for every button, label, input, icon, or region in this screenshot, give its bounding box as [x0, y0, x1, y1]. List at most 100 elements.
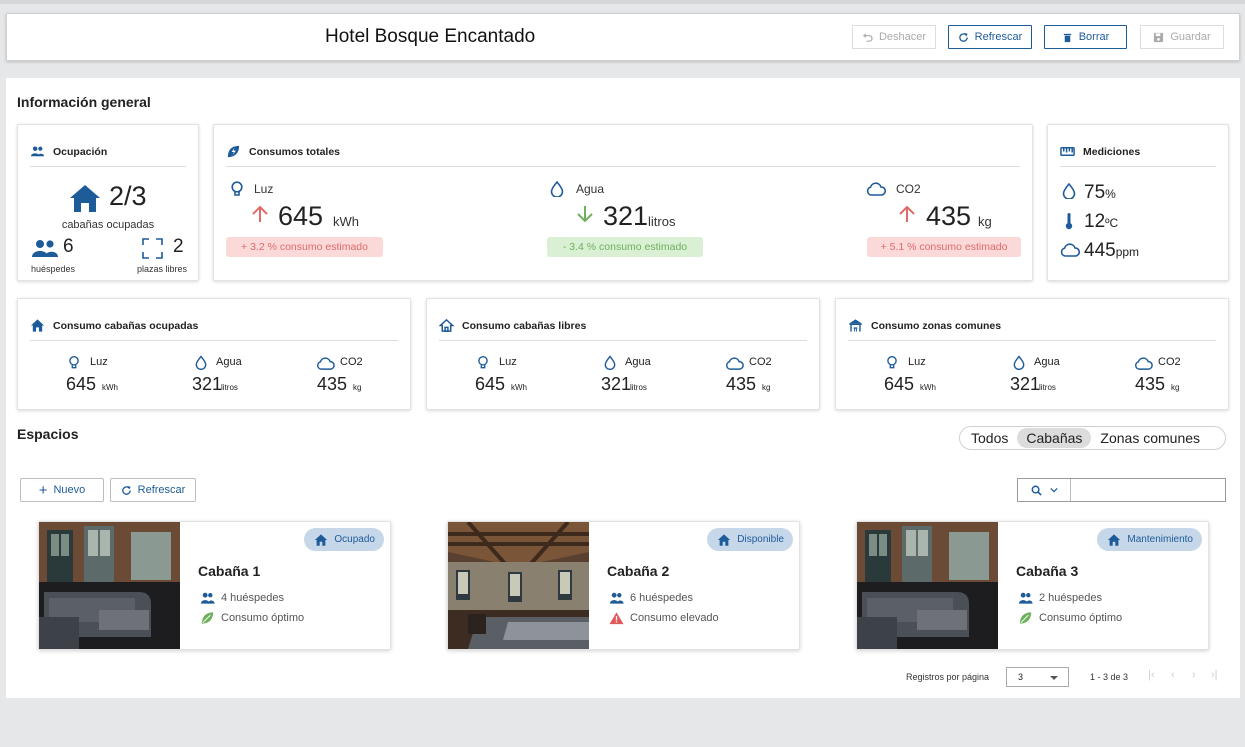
group-co2-unit: kg [353, 383, 362, 392]
measurements-header: Mediciones [1060, 137, 1216, 167]
undo-button[interactable]: Deshacer [852, 25, 936, 49]
filter-all[interactable]: Todos [962, 428, 1017, 448]
group-water-label: Agua [216, 356, 242, 368]
group-co2-label: CO2 [1158, 356, 1181, 368]
search-input[interactable] [1074, 481, 1222, 499]
search-icon [1031, 485, 1042, 496]
refresh-spaces-button[interactable]: Refrescar [110, 478, 196, 502]
cabin-card[interactable]: Ocupado Cabaña 1 4 huéspedes Consumo ópt… [38, 521, 391, 650]
group-card-common: Consumo zonas comunes Luz 645 kWh Agua 3… [835, 298, 1229, 410]
new-space-button[interactable]: + Nuevo [20, 478, 104, 502]
gazebo-icon [848, 319, 863, 332]
group-light-label: Luz [90, 356, 108, 368]
living-room-image [39, 522, 180, 649]
guests-text: 2 huéspedes [1039, 592, 1102, 604]
group-co2-label: CO2 [340, 356, 363, 368]
group-light-value: 645 [475, 374, 506, 394]
humidity-icon [1062, 183, 1076, 199]
status-badge: Ocupado [304, 528, 384, 551]
group-water-label: Agua [1034, 356, 1060, 368]
save-label: Guardar [1170, 31, 1211, 43]
people-icon [30, 146, 45, 157]
arrow-down-icon [577, 206, 593, 223]
people-icon [609, 592, 624, 604]
temperature-value-row: 12ºC [1084, 211, 1118, 233]
total-water-label: Agua [576, 182, 605, 196]
bulb-icon [69, 355, 79, 369]
co2-ppm-value: 445 [1084, 240, 1116, 261]
plus-icon: + [38, 481, 48, 499]
group-title: Consumo cabañas ocupadas [53, 319, 199, 332]
cabin-consumption: Consumo óptimo [1018, 611, 1122, 625]
bulb-icon [231, 181, 243, 196]
filter-common-areas[interactable]: Zonas comunes [1091, 428, 1209, 448]
cabin-consumption: Consumo óptimo [200, 611, 304, 625]
save-button[interactable]: Guardar [1140, 25, 1224, 49]
humidity-value-row: 75% [1084, 182, 1116, 204]
expand-icon [142, 238, 163, 259]
humidity-value: 75 [1084, 182, 1106, 203]
filter-cabins[interactable]: Cabañas [1017, 428, 1092, 448]
humidity-unit: % [1105, 187, 1116, 201]
delete-button[interactable]: Borrar [1044, 25, 1127, 49]
first-page-icon[interactable]: |‹ [1148, 669, 1155, 681]
refresh-icon [121, 485, 131, 495]
house-icon [315, 533, 328, 546]
total-consumption-card: Consumos totales Luz 645 kWh + 3.2 % con… [213, 124, 1033, 281]
cabin-guests: 4 huéspedes [200, 591, 284, 605]
free-places-label: plazas libres [137, 264, 188, 274]
group-water-label: Agua [625, 356, 651, 368]
cloud-icon [866, 182, 886, 196]
group-co2-value: 435 [317, 374, 348, 394]
top-header: Hotel Bosque Encantado Deshacer Refresca… [6, 13, 1240, 61]
bulb-icon [478, 355, 488, 369]
co2-value-row: 445ppm [1084, 240, 1139, 262]
consumption-text: Consumo elevado [630, 612, 719, 624]
energy-leaf-icon [227, 145, 240, 158]
group-water-value: 321 [1010, 374, 1041, 394]
total-co2-estimate: + 5.1 % consumo estimado [867, 237, 1021, 257]
search-box [1017, 478, 1226, 502]
refresh-button[interactable]: Refrescar [948, 25, 1032, 49]
arrow-up-icon-co2 [899, 205, 915, 222]
group-card-header: Consumo zonas comunes [848, 311, 1216, 341]
group-light-label: Luz [499, 356, 517, 368]
guests-value: 6 [63, 236, 74, 257]
cabin-card[interactable]: Disponible Cabaña 2 6 huéspedes Consumo … [447, 521, 800, 650]
last-page-icon[interactable]: ›| [1211, 669, 1218, 681]
new-label: Nuevo [53, 484, 86, 496]
next-page-icon[interactable]: › [1192, 669, 1196, 681]
group-card-header: Consumo cabañas libres [439, 311, 807, 341]
measurements-card: Mediciones 75% 12ºC 445ppm [1047, 124, 1229, 281]
prev-page-icon[interactable]: ‹ [1171, 669, 1175, 681]
co2-cloud-icon [1060, 243, 1080, 257]
undo-icon [862, 32, 873, 42]
cabin-card[interactable]: Mantenimiento Cabaña 3 2 huéspedes Consu… [856, 521, 1209, 650]
guests-text: 4 huéspedes [221, 592, 284, 604]
refresh-label: Refrescar [974, 31, 1023, 43]
cabin-photo [39, 522, 180, 649]
total-co2-value: 435 [926, 201, 972, 231]
people-icon [1018, 592, 1033, 604]
search-filter-toggle[interactable] [1018, 479, 1071, 501]
group-light-unit: kWh [511, 383, 527, 392]
total-water-estimate: - 3.4 % consumo estimado [547, 237, 703, 257]
cabin-photo [857, 522, 998, 649]
group-co2-value: 435 [726, 374, 757, 394]
total-water-unit: litros [648, 214, 676, 229]
group-water-value: 321 [192, 374, 223, 394]
temperature-value: 12 [1084, 211, 1106, 232]
total-water-value: 321 [603, 201, 649, 231]
group-co2-unit: kg [762, 383, 771, 392]
temperature-unit: ºC [1105, 216, 1119, 230]
cabin-guests: 2 huéspedes [1018, 591, 1102, 605]
per-page-select[interactable]: 3 [1006, 667, 1069, 687]
bedroom-image [448, 522, 589, 649]
general-info-title: Información general [17, 94, 151, 110]
total-consumption-header: Consumos totales [226, 137, 1020, 167]
guests-text: 6 huéspedes [630, 592, 693, 604]
page-range: 1 - 3 de 3 [1090, 672, 1129, 682]
spaces-filter: Todos Cabañas Zonas comunes [959, 426, 1226, 450]
group-card-free: Consumo cabañas libres Luz 645 kWh Agua … [426, 298, 820, 410]
arrow-up-icon [252, 205, 268, 222]
